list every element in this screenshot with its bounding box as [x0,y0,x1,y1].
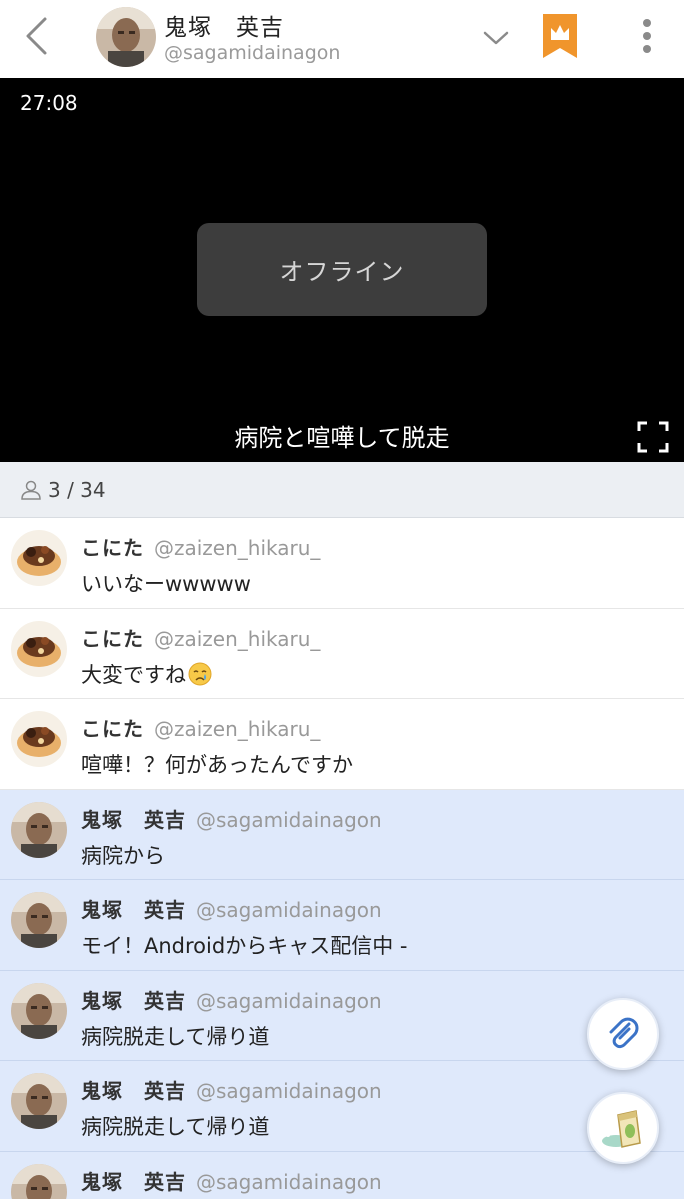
comment-text: 病院から [81,843,165,868]
comment-row[interactable]: こにた @zaizen_hikaru_ 大変ですね [0,608,684,699]
more-vertical-icon [643,19,651,53]
chevron-left-icon [26,17,47,55]
comment-text: モイ！Androidからキャス配信中 - [81,934,408,958]
commenter-name[interactable]: こにた [81,627,144,651]
offline-status-label: オフライン [279,258,405,286]
comment-row[interactable]: 鬼塚 英吉 @sagamidainagon [0,1151,684,1199]
commenter-avatar[interactable] [11,711,67,767]
commenter-handle: @sagamidainagon [196,1079,382,1103]
offline-status-box: オフライン [197,223,487,316]
owner-avatar-image [96,7,156,67]
commenter-avatar[interactable] [11,1073,67,1129]
comment-row[interactable]: 鬼塚 英吉 @sagamidainagon 病院脱走して帰り道 [0,1061,684,1152]
person-icon [21,480,41,500]
commenter-name[interactable]: 鬼塚 英吉 [81,808,186,832]
commenter-avatar[interactable] [11,530,67,586]
commenter-avatar[interactable] [11,892,67,948]
comment-header: 鬼塚 英吉 @sagamidainagon [81,1166,382,1195]
crown-bookmark-icon [543,14,577,58]
back-button[interactable] [14,14,58,58]
commenter-handle: @zaizen_hikaru_ [154,626,321,651]
video-player[interactable]: 27:08 オフライン 病院と喧嘩して脱走 [0,78,684,462]
tea-gift-icon [602,1110,641,1148]
commenter-handle: @sagamidainagon [196,807,382,832]
owner-handle: @sagamidainagon [164,42,341,64]
commenter-handle: @zaizen_hikaru_ [154,536,321,560]
commenter-name[interactable]: こにた [81,717,144,741]
commenter-handle: @zaizen_hikaru_ [154,717,321,741]
comment-header: 鬼塚 英吉 @sagamidainagon [81,804,382,833]
fullscreen-icon [637,421,669,453]
elapsed-time: 27:08 [20,91,78,115]
comment-row[interactable]: こにた @zaizen_hikaru_ いいなーwwwww [0,518,684,609]
crying-face-icon [188,662,212,691]
fullscreen-button[interactable] [636,420,670,454]
comment-text: 大変ですね [81,662,186,687]
comment-text-wrap: 病院脱走して帰り道 [81,1021,269,1051]
comment-header: こにた @zaizen_hikaru_ [81,713,320,742]
commenter-avatar[interactable] [11,1163,67,1199]
commenter-avatar[interactable] [11,982,67,1039]
commenter-handle: @sagamidainagon [196,988,382,1013]
paperclip-icon [609,1017,639,1049]
commenter-name[interactable]: こにた [81,536,144,560]
comment-header: 鬼塚 英吉 @sagamidainagon [81,1075,382,1104]
gift-button[interactable] [587,1092,659,1164]
comment-row[interactable]: こにた @zaizen_hikaru_ 喧嘩！？何があったんですか [0,699,684,790]
broadcast-title: 病院と喧嘩して脱走 [234,424,450,452]
commenter-name[interactable]: 鬼塚 英吉 [81,1079,186,1103]
comment-text-wrap: 大変ですね [81,659,212,691]
comment-text: いいなーwwwww [81,572,251,596]
comment-list[interactable]: こにた @zaizen_hikaru_ いいなーwwwww こにた @zaizen_hi… [0,518,684,1199]
comment-text-wrap: いいなーwwwww [81,568,251,598]
comment-text-wrap: 病院から [81,840,165,870]
support-bookmark-button[interactable] [542,14,578,58]
comment-text-wrap: 喧嘩！？何があったんですか [81,749,353,779]
comment-text: 病院脱走して帰り道 [81,1024,270,1049]
header-bar: 鬼塚 英吉 @sagamidainagon [0,0,684,78]
chevron-down-icon [483,31,509,45]
comment-text: 喧嘩！？何があったんですか [81,753,353,777]
comment-text-wrap: モイ！Androidからキャス配信中 - [81,930,407,960]
comment-text: 病院脱走して帰り道 [81,1115,270,1139]
comment-header: 鬼塚 英吉 @sagamidainagon [81,894,382,923]
commenter-name[interactable]: 鬼塚 英吉 [81,898,186,922]
owner-avatar[interactable] [96,7,156,67]
commenter-avatar[interactable] [11,801,67,858]
commenter-handle: @sagamidainagon [196,898,382,922]
comment-row[interactable]: 鬼塚 英吉 @sagamidainagon モイ！Androidからキャス配信中 - [0,880,684,971]
commenter-handle: @sagamidainagon [196,1169,382,1194]
comment-header: 鬼塚 英吉 @sagamidainagon [81,985,382,1014]
comment-header: こにた @zaizen_hikaru_ [81,623,320,652]
comment-text-wrap: 病院脱走して帰り道 [81,1111,269,1141]
viewer-count: 3 / 34 [48,477,106,502]
comment-row[interactable]: 鬼塚 英吉 @sagamidainagon 病院から [0,789,684,880]
commenter-avatar[interactable] [11,620,67,677]
comment-header: こにた @zaizen_hikaru_ [81,532,320,561]
owner-name: 鬼塚 英吉 [164,15,284,41]
viewer-count-bar: 3 / 34 [0,462,684,518]
comment-row[interactable]: 鬼塚 英吉 @sagamidainagon 病院脱走して帰り道 [0,970,684,1061]
commenter-name[interactable]: 鬼塚 英吉 [81,989,186,1013]
more-options-button[interactable] [632,12,662,60]
commenter-name[interactable]: 鬼塚 英吉 [81,1170,186,1194]
profile-dropdown-button[interactable] [478,20,514,56]
attach-button[interactable] [587,998,659,1070]
